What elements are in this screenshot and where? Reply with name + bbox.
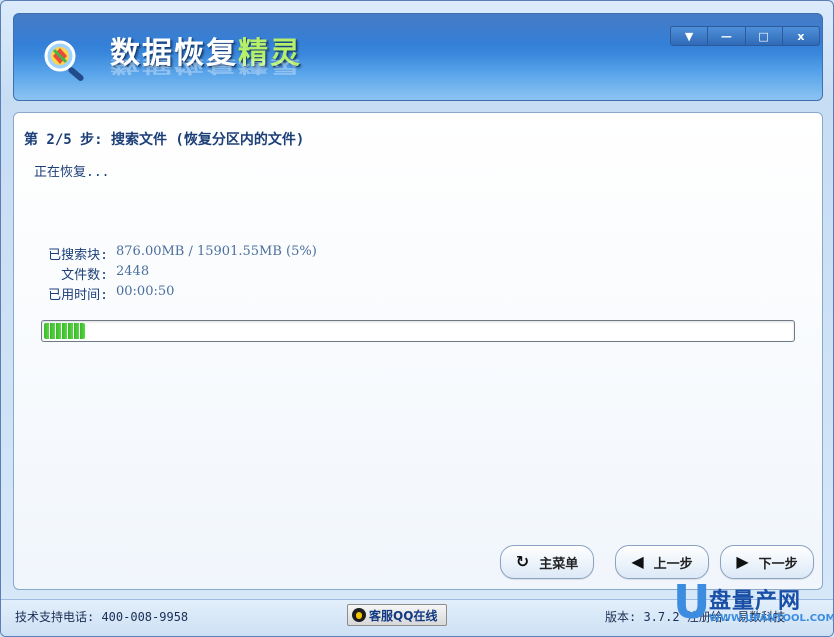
next-step-label: 下一步 <box>758 556 798 572</box>
elapsed-value: 00:00:50 <box>116 284 175 299</box>
app-title-reflection-main: 数据恢复 <box>110 56 238 76</box>
watermark-url: WWW.UPANTOOL.COM <box>709 613 834 624</box>
main-menu-button[interactable]: ↻ 主菜单 <box>500 545 594 579</box>
progress-fill <box>44 323 85 339</box>
files-value: 2448 <box>116 264 150 279</box>
step-title: 第 2/5 步: 搜索文件 (恢复分区内的文件) <box>24 132 305 148</box>
watermark-letter: U <box>673 575 711 629</box>
progress-bar <box>41 320 795 342</box>
magnifier-logo-icon <box>44 40 84 81</box>
arrow-right-icon: ▶ <box>736 552 749 571</box>
prev-step-label: 上一步 <box>653 556 693 572</box>
files-row: 文件数: 2448 <box>28 264 149 283</box>
searched-value: 876.00MB / 15901.55MB (5%) <box>116 244 317 259</box>
support-phone: 技术支持电话: 400-008-9958 <box>15 610 189 624</box>
searched-label: 已搜索块: <box>48 248 108 263</box>
next-step-button[interactable]: ▶ 下一步 <box>720 545 814 579</box>
app-header: 数据恢复精灵 数据恢复精灵 ▼ — □ x <box>13 13 823 101</box>
dropdown-button[interactable]: ▼ <box>671 27 709 45</box>
elapsed-label: 已用时间: <box>48 288 108 303</box>
status-text: 正在恢复... <box>34 165 110 180</box>
minimize-button[interactable]: — <box>708 27 746 45</box>
content-panel: 第 2/5 步: 搜索文件 (恢复分区内的文件) 正在恢复... 已搜索块: 8… <box>13 112 823 590</box>
refresh-icon: ↻ <box>515 552 530 571</box>
elapsed-row: 已用时间: 00:00:50 <box>28 284 174 303</box>
app-window: 数据恢复精灵 数据恢复精灵 ▼ — □ x 第 2/5 步: 搜索文件 (恢复分… <box>0 0 834 637</box>
main-menu-label: 主菜单 <box>539 556 579 572</box>
watermark-logo: U 盘量产网 WWW.UPANTOOL.COM <box>665 579 833 635</box>
files-label: 文件数: <box>61 268 108 283</box>
arrow-left-icon: ◀ <box>631 552 644 571</box>
maximize-button[interactable]: □ <box>746 27 783 45</box>
app-title-reflection-accent: 精灵 <box>238 56 302 76</box>
watermark-text: 盘量产网 <box>709 589 802 614</box>
qq-penguin-icon <box>352 608 366 622</box>
prev-step-button[interactable]: ◀ 上一步 <box>615 545 709 579</box>
searched-row: 已搜索块: 876.00MB / 15901.55MB (5%) <box>28 244 317 263</box>
app-title-reflection: 数据恢复精灵 <box>110 56 302 80</box>
close-button[interactable]: x <box>783 27 819 45</box>
qq-online-label: 客服QQ在线 <box>369 608 438 623</box>
window-controls: ▼ — □ x <box>670 26 820 46</box>
qq-online-button[interactable]: 客服QQ在线 <box>347 604 447 626</box>
